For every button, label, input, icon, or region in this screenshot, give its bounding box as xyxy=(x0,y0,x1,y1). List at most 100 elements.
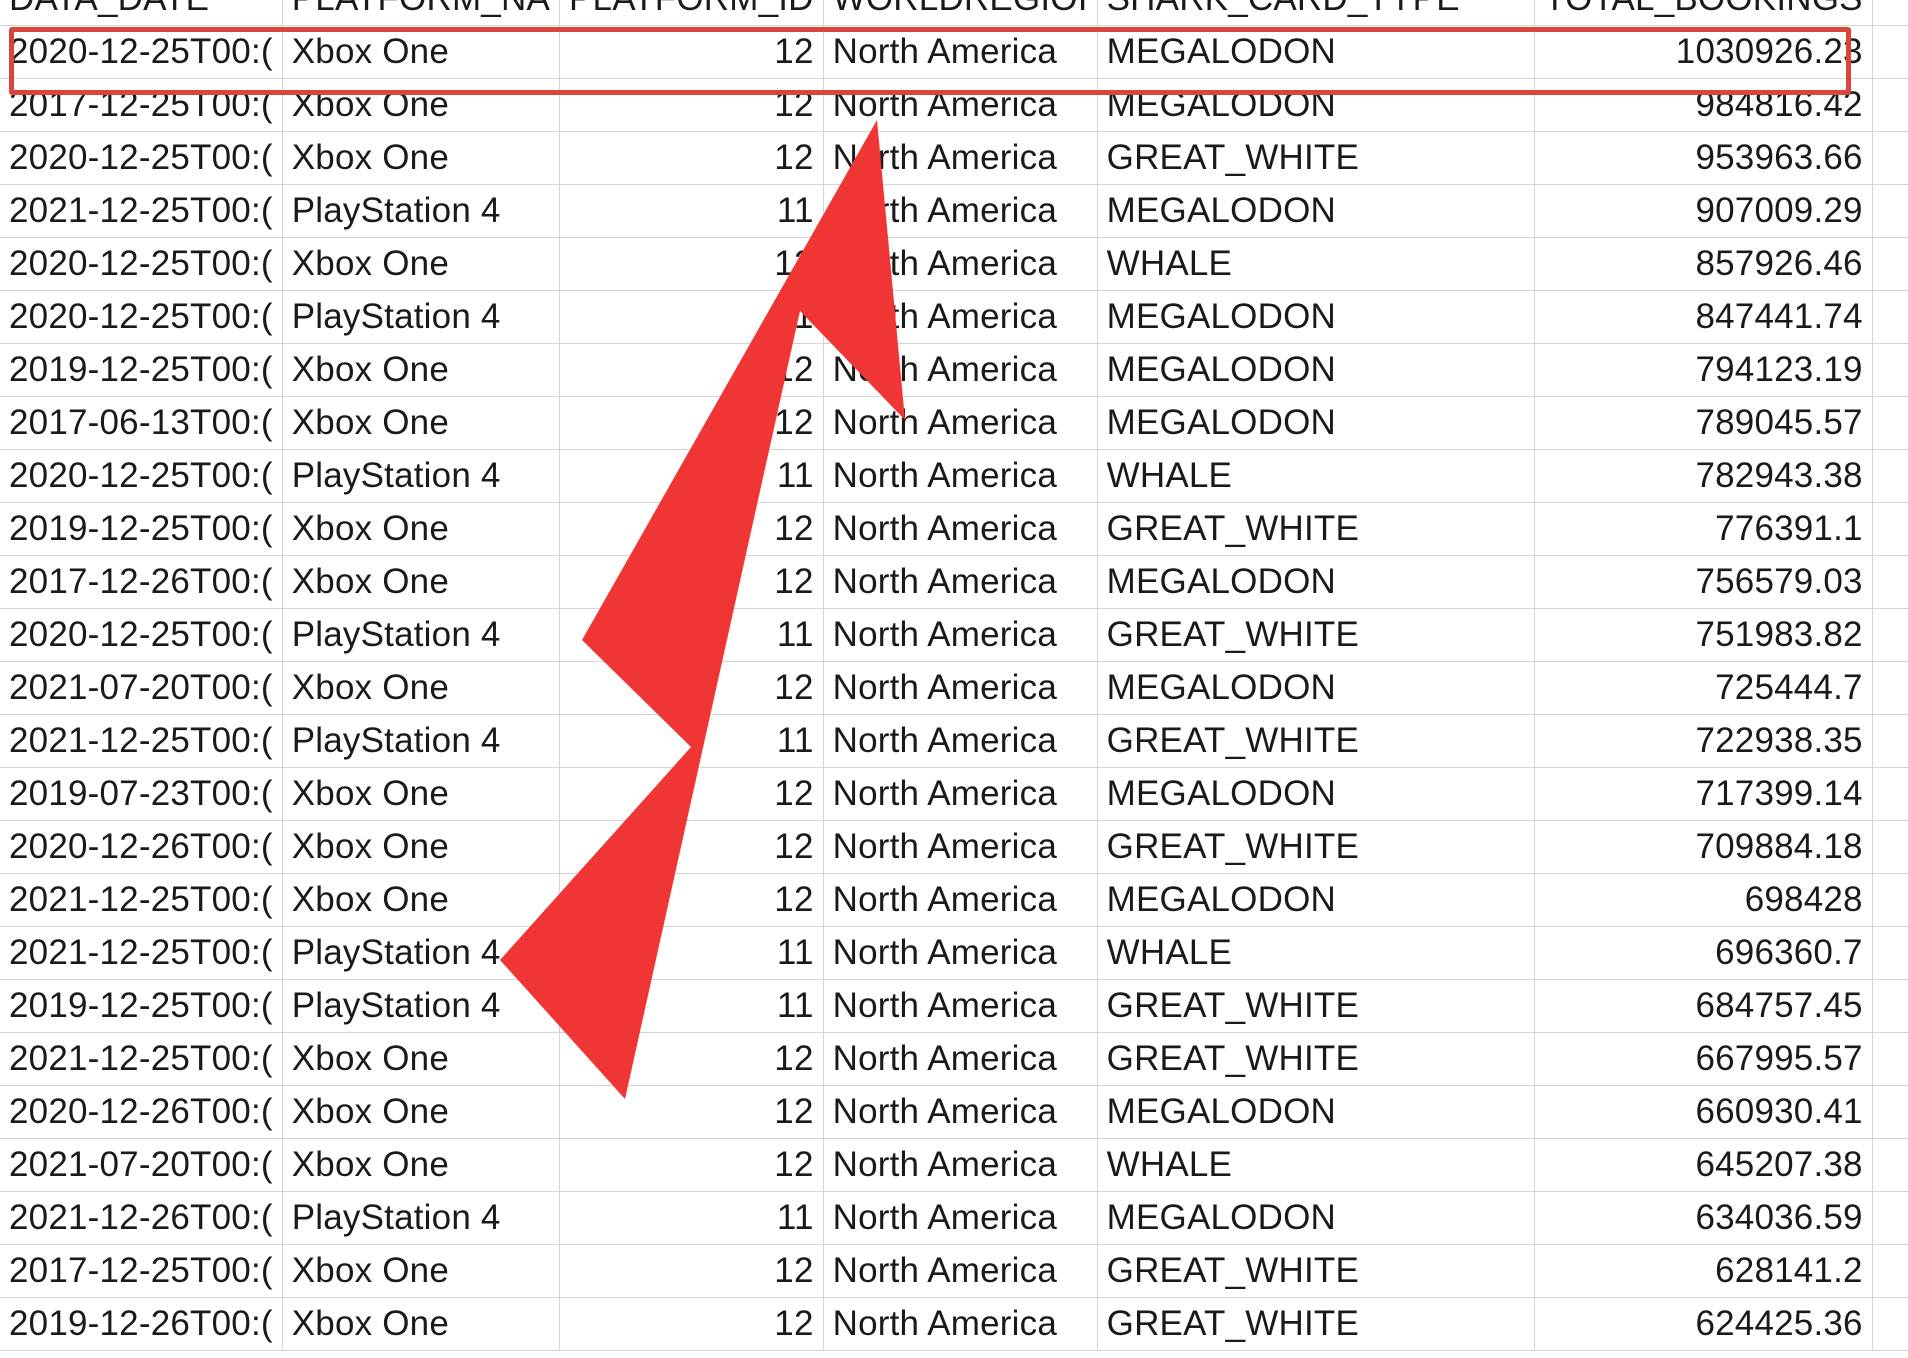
cell-shark-card-type[interactable]: GREAT_WHITE xyxy=(1097,714,1536,768)
cell-total-bookings[interactable]: 717399.14 xyxy=(1534,767,1873,821)
cell-world-region[interactable]: North America xyxy=(823,1244,1098,1298)
cell-data-date[interactable]: 2019-07-23T00:( xyxy=(0,767,283,821)
empty-cell[interactable] xyxy=(1872,979,1908,1033)
cell-platform-name[interactable]: PlayStation 4 xyxy=(282,290,561,344)
cell-world-region[interactable]: North America xyxy=(823,502,1098,556)
table-row[interactable]: 2019-12-25T00:(Xbox One 12 North America GR… xyxy=(0,502,1908,556)
cell-platform-id[interactable]: 12 xyxy=(559,555,824,609)
cell-platform-name[interactable]: Xbox One xyxy=(282,555,561,609)
column-header-data-date[interactable]: DATA_DATE xyxy=(0,0,283,26)
cell-total-bookings[interactable]: 1030926.23 xyxy=(1534,25,1873,79)
cell-total-bookings[interactable]: 907009.29 xyxy=(1534,184,1873,238)
cell-platform-id[interactable]: 12 xyxy=(559,131,824,185)
cell-total-bookings[interactable]: 984816.42 xyxy=(1534,78,1873,132)
cell-shark-card-type[interactable]: GREAT_WHITE xyxy=(1097,608,1536,662)
empty-cell[interactable] xyxy=(1872,1191,1908,1245)
cell-shark-card-type[interactable]: MEGALODON xyxy=(1097,767,1536,821)
cell-platform-id[interactable]: 12 xyxy=(559,502,824,556)
cell-platform-id[interactable]: 11 xyxy=(559,714,824,768)
table-row[interactable]: 2021-12-25T00:(PlayStation 4 11 North Amer… xyxy=(0,926,1908,980)
empty-cell[interactable] xyxy=(1872,555,1908,609)
cell-shark-card-type[interactable]: MEGALODON xyxy=(1097,25,1536,79)
empty-column-header[interactable] xyxy=(1872,0,1908,26)
cell-data-date[interactable]: 2021-12-26T00:( xyxy=(0,1191,283,1245)
cell-shark-card-type[interactable]: GREAT_WHITE xyxy=(1097,131,1536,185)
cell-total-bookings[interactable]: 725444.7 xyxy=(1534,661,1873,715)
cell-world-region[interactable]: North America xyxy=(823,449,1098,503)
cell-platform-id[interactable]: 12 xyxy=(559,1244,824,1298)
cell-data-date[interactable]: 2021-07-20T00:( xyxy=(0,661,283,715)
cell-total-bookings[interactable]: 698428 xyxy=(1534,873,1873,927)
cell-world-region[interactable]: North America xyxy=(823,290,1098,344)
cell-world-region[interactable]: North America xyxy=(823,767,1098,821)
column-header-world-region[interactable]: WORLDREGIOI xyxy=(823,0,1098,26)
cell-world-region[interactable]: North America xyxy=(823,661,1098,715)
cell-platform-id[interactable]: 12 xyxy=(559,1085,824,1139)
cell-data-date[interactable]: 2019-12-26T00:( xyxy=(0,1297,283,1351)
empty-cell[interactable] xyxy=(1872,396,1908,450)
cell-platform-id[interactable]: 12 xyxy=(559,78,824,132)
cell-shark-card-type[interactable]: MEGALODON xyxy=(1097,1191,1536,1245)
cell-platform-name[interactable]: Xbox One xyxy=(282,767,561,821)
column-header-platform-name[interactable]: PLATFORM_NA xyxy=(282,0,561,26)
cell-shark-card-type[interactable]: MEGALODON xyxy=(1097,555,1536,609)
empty-cell[interactable] xyxy=(1872,1032,1908,1086)
cell-platform-name[interactable]: PlayStation 4 xyxy=(282,449,561,503)
cell-shark-card-type[interactable]: WHALE xyxy=(1097,449,1536,503)
cell-shark-card-type[interactable]: WHALE xyxy=(1097,926,1536,980)
cell-data-date[interactable]: 2017-12-25T00:( xyxy=(0,1244,283,1298)
cell-total-bookings[interactable]: 624425.36 xyxy=(1534,1297,1873,1351)
cell-platform-id[interactable]: 12 xyxy=(559,873,824,927)
cell-platform-name[interactable]: Xbox One xyxy=(282,237,561,291)
table-row[interactable]: 2020-12-26T00:(Xbox One 12 North America GR… xyxy=(0,820,1908,874)
cell-platform-name[interactable]: Xbox One xyxy=(282,343,561,397)
empty-cell[interactable] xyxy=(1872,184,1908,238)
empty-cell[interactable] xyxy=(1872,608,1908,662)
table-row[interactable]: 2017-06-13T00:(Xbox One 12 North America ME… xyxy=(0,396,1908,450)
cell-shark-card-type[interactable]: GREAT_WHITE xyxy=(1097,1032,1536,1086)
column-header-platform-id[interactable]: PLATFORM_ID xyxy=(559,0,824,26)
cell-shark-card-type[interactable]: MEGALODON xyxy=(1097,343,1536,397)
cell-platform-name[interactable]: PlayStation 4 xyxy=(282,1191,561,1245)
cell-total-bookings[interactable]: 660930.41 xyxy=(1534,1085,1873,1139)
table-row[interactable]: 2021-12-26T00:(PlayStation 4 11 North Amer… xyxy=(0,1191,1908,1245)
cell-world-region[interactable]: North America xyxy=(823,979,1098,1033)
cell-world-region[interactable]: North America xyxy=(823,25,1098,79)
cell-platform-name[interactable]: Xbox One xyxy=(282,25,561,79)
cell-total-bookings[interactable]: 857926.46 xyxy=(1534,237,1873,291)
cell-world-region[interactable]: North America xyxy=(823,237,1098,291)
cell-total-bookings[interactable]: 709884.18 xyxy=(1534,820,1873,874)
cell-data-date[interactable]: 2019-12-25T00:( xyxy=(0,343,283,397)
column-header-shark-card-type[interactable]: SHARK_CARD_TYPE xyxy=(1097,0,1536,26)
cell-total-bookings[interactable]: 684757.45 xyxy=(1534,979,1873,1033)
cell-world-region[interactable]: North America xyxy=(823,926,1098,980)
empty-cell[interactable] xyxy=(1872,25,1908,79)
cell-platform-id[interactable]: 11 xyxy=(559,1191,824,1245)
table-row[interactable]: 2021-12-25T00:(Xbox One 12 North America GR… xyxy=(0,1032,1908,1086)
cell-total-bookings[interactable]: 756579.03 xyxy=(1534,555,1873,609)
cell-data-date[interactable]: 2021-12-25T00:( xyxy=(0,1032,283,1086)
table-row[interactable]: 2021-12-25T00:(Xbox One 12 North America ME… xyxy=(0,873,1908,927)
cell-total-bookings[interactable]: 782943.38 xyxy=(1534,449,1873,503)
cell-shark-card-type[interactable]: MEGALODON xyxy=(1097,184,1536,238)
cell-platform-name[interactable]: Xbox One xyxy=(282,661,561,715)
cell-platform-name[interactable]: Xbox One xyxy=(282,1244,561,1298)
empty-cell[interactable] xyxy=(1872,1297,1908,1351)
cell-platform-id[interactable]: 11 xyxy=(559,926,824,980)
cell-shark-card-type[interactable]: WHALE xyxy=(1097,1138,1536,1192)
cell-platform-id[interactable]: 11 xyxy=(559,608,824,662)
cell-total-bookings[interactable]: 696360.7 xyxy=(1534,926,1873,980)
cell-world-region[interactable]: North America xyxy=(823,1085,1098,1139)
table-row[interactable]: 2020-12-25T00:(PlayStation 4 11 North Amer… xyxy=(0,449,1908,503)
cell-platform-id[interactable]: 12 xyxy=(559,767,824,821)
empty-cell[interactable] xyxy=(1872,1138,1908,1192)
cell-platform-id[interactable]: 12 xyxy=(559,396,824,450)
cell-data-date[interactable]: 2020-12-25T00:( xyxy=(0,131,283,185)
cell-data-date[interactable]: 2020-12-25T00:( xyxy=(0,237,283,291)
empty-cell[interactable] xyxy=(1872,502,1908,556)
cell-platform-name[interactable]: Xbox One xyxy=(282,1138,561,1192)
cell-total-bookings[interactable]: 645207.38 xyxy=(1534,1138,1873,1192)
empty-cell[interactable] xyxy=(1872,237,1908,291)
cell-world-region[interactable]: North America xyxy=(823,608,1098,662)
cell-shark-card-type[interactable]: GREAT_WHITE xyxy=(1097,502,1536,556)
